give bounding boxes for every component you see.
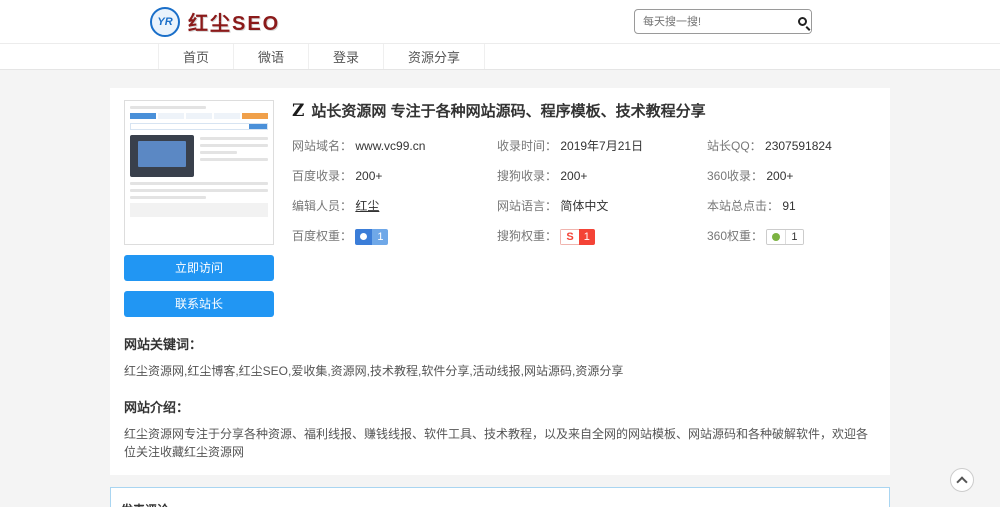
- field-sogou-index: 搜狗收录： 200+: [497, 167, 707, 184]
- page: YR 红尘SEO 首页 微语 登录 资源分享: [0, 0, 1000, 507]
- thumb-nav: [130, 113, 268, 119]
- thumb-footer: [130, 203, 268, 217]
- keywords-text: 红尘资源网,红尘博客,红尘SEO,爱收集,资源网,技术教程,软件分享,活动线报,…: [124, 362, 876, 380]
- field-domain: 网站域名： www.vc99.cn: [292, 137, 497, 154]
- brand-logo-icon: YR: [150, 7, 180, 37]
- thumb-hero-lines: [200, 135, 268, 177]
- thumb-hero: [130, 135, 268, 177]
- field-webmaster-qq: 站长QQ： 2307591824: [707, 137, 876, 154]
- field-language: 网站语言： 简体中文: [497, 197, 707, 214]
- contact-button[interactable]: 联系站长: [124, 291, 274, 317]
- keywords-heading: 网站关键词：: [124, 334, 876, 353]
- sogou-s-icon: S: [560, 229, 578, 245]
- nav-item-home[interactable]: 首页: [158, 44, 233, 69]
- brand-logo-text: YR: [157, 16, 172, 28]
- field-baidu-index: 百度收录： 200+: [292, 167, 497, 184]
- site-title-text: 站长资源网 专注于各种网站源码、程序模板、技术教程分享: [311, 100, 705, 121]
- baidu-weight-value: 1: [372, 229, 388, 245]
- field-360-index: 360收录： 200+: [707, 167, 876, 184]
- search-icon: [798, 17, 807, 26]
- main-content: 立即访问 联系站长 Z 站长资源网 专注于各种网站源码、程序模板、技术教程分享 …: [110, 88, 890, 507]
- 360-circle-icon: [767, 230, 785, 244]
- editor-link[interactable]: 红尘: [355, 199, 379, 213]
- site-thumbnail[interactable]: [124, 100, 274, 245]
- back-to-top-button[interactable]: [950, 468, 974, 492]
- nav-item-login[interactable]: 登录: [308, 44, 383, 69]
- site-info-column: Z 站长资源网 专注于各种网站源码、程序模板、技术教程分享 网站域名： www.…: [292, 100, 876, 317]
- field-sogou-weight: 搜狗权重： S 1: [497, 227, 707, 245]
- brand[interactable]: YR 红尘SEO: [150, 7, 280, 37]
- thumb-row: [130, 106, 206, 109]
- main-nav: 首页 微语 登录 资源分享: [0, 44, 1000, 70]
- field-editor: 编辑人员： 红尘: [292, 197, 497, 214]
- thumb-row: [130, 196, 206, 199]
- intro-heading: 网站介绍：: [124, 397, 876, 416]
- thumb-search: [130, 123, 268, 130]
- search-button[interactable]: [793, 10, 811, 33]
- header: YR 红尘SEO: [0, 0, 1000, 44]
- comment-heading: 发表评论:: [121, 501, 879, 507]
- thumb-row: [130, 189, 268, 192]
- nav-item-resources[interactable]: 资源分享: [383, 44, 485, 69]
- 360-weight-badge[interactable]: 1: [766, 229, 803, 245]
- site-preview-column: 立即访问 联系站长: [124, 100, 274, 317]
- site-card: 立即访问 联系站长 Z 站长资源网 专注于各种网站源码、程序模板、技术教程分享 …: [110, 88, 890, 475]
- chevron-up-icon: [956, 476, 967, 487]
- sogou-weight-badge[interactable]: S 1: [560, 229, 594, 245]
- field-total-clicks: 本站总点击： 91: [707, 197, 876, 214]
- field-index-date: 收录时间： 2019年7月21日: [497, 137, 707, 154]
- site-info-grid: 网站域名： www.vc99.cn 收录时间： 2019年7月21日 站长QQ：…: [292, 137, 876, 245]
- search-box: [634, 9, 812, 34]
- field-baidu-weight: 百度权重： 1: [292, 227, 497, 245]
- search-input[interactable]: [635, 10, 793, 33]
- brand-name: 红尘SEO: [188, 7, 280, 36]
- thumb-row: [130, 182, 268, 185]
- sogou-weight-value: 1: [579, 229, 595, 245]
- nav-item-microblog[interactable]: 微语: [233, 44, 308, 69]
- comment-form: 发表评论: 昵称 邮件地址 (选填) 个人主页 (选填): [110, 487, 890, 507]
- site-description-section: 网站关键词： 红尘资源网,红尘博客,红尘SEO,爱收集,资源网,技术教程,软件分…: [124, 334, 876, 461]
- thumb-laptop-image: [130, 135, 194, 177]
- page-title: Z 站长资源网 专注于各种网站源码、程序模板、技术教程分享: [292, 100, 876, 121]
- intro-text: 红尘资源网专注于分享各种资源、福利线报、赚钱线报、软件工具、技术教程，以及来自全…: [124, 425, 876, 461]
- baidu-paw-icon: [355, 229, 372, 245]
- visit-button[interactable]: 立即访问: [124, 255, 274, 281]
- 360-weight-value: 1: [785, 230, 802, 244]
- site-favicon: Z: [292, 101, 304, 121]
- field-360-weight: 360权重： 1: [707, 227, 876, 245]
- baidu-weight-badge[interactable]: 1: [355, 229, 388, 245]
